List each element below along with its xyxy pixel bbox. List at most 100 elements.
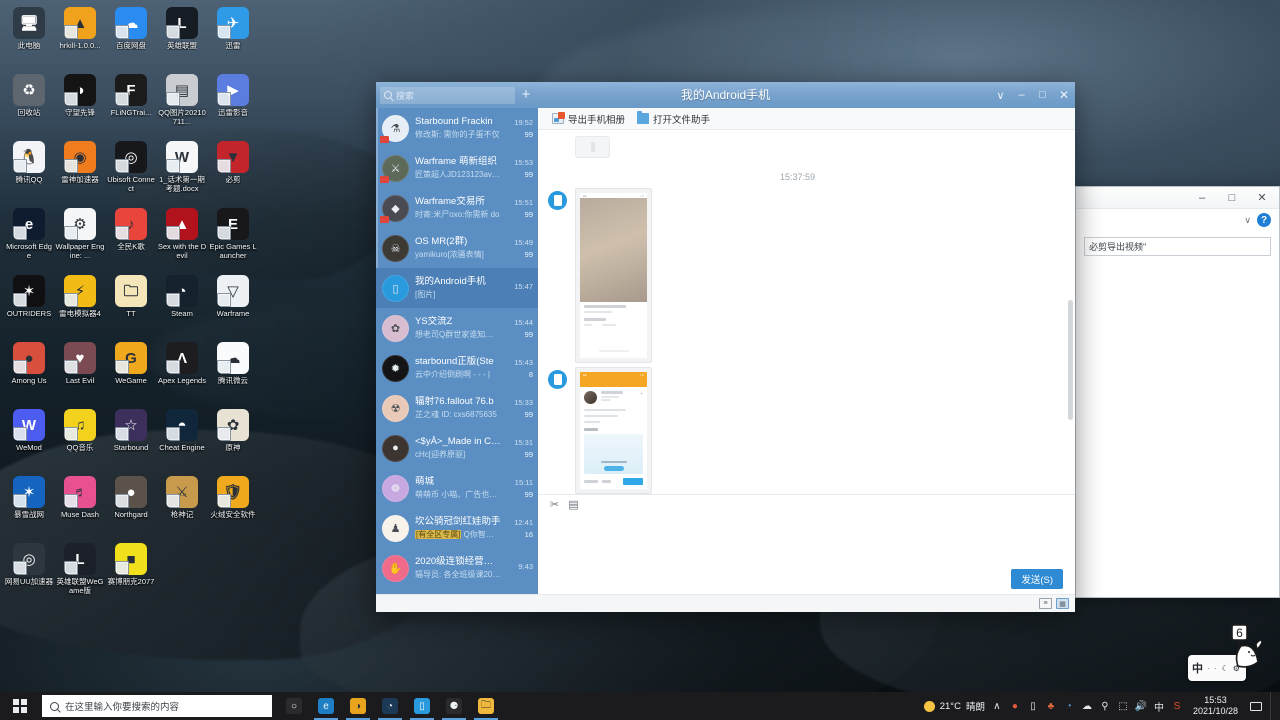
desktop-icon-quanmin-ktv[interactable]: ♪ 全民K歌	[106, 205, 156, 272]
chat-toolbar[interactable]: 导出手机相册 打开文件助手	[538, 108, 1075, 130]
contact-list-item[interactable]: ♟ 坎公骑冠剑红娃助手 [有全区专属] Q你智励心 12:41 16	[376, 508, 538, 548]
taskbar[interactable]: 在这里输入你要搜索的内容 ○ e ◑ ◔ ▯ ⚈ 🗀 21°C 晴朗 ∧ ● ▯ ♣ ◔ ☁ ⚲ ⬚ 🔊 中 S…	[0, 692, 1280, 720]
contact-list-item[interactable]: ✹ starbound正版(Ste 云中介绍倒刷啊 - - - | 15:43 8	[376, 348, 538, 388]
desktop-icon-computer[interactable]: 🖥 此电脑	[4, 4, 54, 71]
weather-widget[interactable]: 21°C 晴朗	[923, 699, 985, 713]
desktop-icon-qq-image-file[interactable]: ▤ QQ图片20210711...	[157, 71, 207, 138]
taskbar-cortana-button[interactable]: ○	[278, 692, 310, 720]
minimize-button[interactable]: –	[1011, 82, 1032, 108]
contact-list-item[interactable]: ❁ 萌城 萌萌币 小喵、广告也导超 15:11 99	[376, 468, 538, 508]
bg-minimize-button[interactable]: –	[1187, 187, 1217, 208]
ime-language-label[interactable]: 中	[1192, 660, 1203, 676]
list-view-icon[interactable]: ≡	[1039, 598, 1052, 609]
desktop-icon-sex-with-the-devil[interactable]: ▲ Sex with the Devil	[157, 205, 207, 272]
desktop-icon-qq-music[interactable]: ♫ QQ音乐	[55, 406, 105, 473]
image-thumbnail-card[interactable]: ●● □□	[575, 188, 652, 363]
message-area[interactable]: 15:37:59 ●● □□ ●● □□ +	[538, 130, 1075, 494]
image-thumbnail-card[interactable]: ●● □□ +	[575, 367, 652, 494]
desktop-icon-muse-dash[interactable]: ♬ Muse Dash	[55, 473, 105, 540]
desktop-icon-baidu-netdisk[interactable]: ☁ 百度网盘	[106, 4, 156, 71]
sogou-tray-icon[interactable]: S	[1170, 699, 1184, 713]
taskbar-search-box[interactable]: 在这里输入你要搜索的内容	[42, 695, 272, 717]
qq-titlebar[interactable]: 搜索 + 我的Android手机 ∨ – □ ✕	[376, 82, 1075, 108]
desktop-icon-wegame[interactable]: G WeGame	[106, 339, 156, 406]
desktop-icon-ubisoft-connect[interactable]: ◎ Ubisoft Connect	[106, 138, 156, 205]
desktop-icon-northgard[interactable]: ● Northgard	[106, 473, 156, 540]
desktop-icon-thunder-player[interactable]: ▶ 迅雷影音	[208, 71, 258, 138]
desktop-icon-lol-wegame[interactable]: L 英雄联盟WeGame版	[55, 540, 105, 607]
add-contact-button[interactable]: +	[518, 87, 534, 103]
huorong-security-tray-icon[interactable]: ●	[1008, 699, 1022, 713]
desktop-icon-wemod[interactable]: W WeMod	[4, 406, 54, 473]
bg-chevron-down-icon[interactable]: ∨	[1244, 215, 1251, 226]
volume-tray-icon[interactable]: 🔊	[1134, 699, 1148, 713]
grid-view-icon[interactable]: ▦	[1056, 598, 1069, 609]
contact-list-item[interactable]: ✿ YS交流Z 想老司Q群世家谁知了一 15:44 99	[376, 308, 538, 348]
desktop-icon-among-us[interactable]: ● Among Us	[4, 339, 54, 406]
desktop-icon-battlenet[interactable]: ✶ 暴雪战网	[4, 473, 54, 540]
bg-text-field[interactable]: 必剪导出视频"	[1084, 237, 1271, 256]
contact-list-item[interactable]: ⚔ Warframe 萌新组织 匠策超人JD123123avdrs 15:53 99	[376, 148, 538, 188]
taskbar-firefox-button[interactable]: ◑	[342, 692, 374, 720]
folder-icon[interactable]: ▤	[568, 500, 578, 511]
desktop-icon-apex-legends[interactable]: Λ Apex Legends	[157, 339, 207, 406]
desktop-icon-grid[interactable]: 🖥 此电脑 ▲ hrkill-1.0.0... ☁ 百度网盘 L 英雄联盟 ✈ 迅雷 ♻ 回收站 ◑ 守望…	[4, 4, 264, 607]
image-message-row[interactable]: ●● □□ +	[538, 367, 1075, 494]
taskbar-wegame-button[interactable]: ⚈	[438, 692, 470, 720]
cloud-tray-icon[interactable]: ☁	[1080, 699, 1094, 713]
contact-list-item[interactable]: ☺985校长交流群昨天	[376, 588, 538, 594]
desktop-icon-genshin-impact[interactable]: ✿ 原神	[208, 406, 258, 473]
export-phone-album-button[interactable]: 导出手机相册	[552, 112, 625, 126]
sogou-mascot[interactable]: 6	[1212, 624, 1264, 672]
background-window-titlebar[interactable]: – □ ✕	[1076, 187, 1279, 209]
desktop-icon-warframe[interactable]: ▽ Warframe	[208, 272, 258, 339]
send-button[interactable]: 发送(S)	[1011, 569, 1063, 589]
tray-icon-group[interactable]: ∧ ● ▯ ♣ ◔ ☁ ⚲ ⬚ 🔊 中 S	[990, 699, 1184, 714]
taskbar-qq-button[interactable]: ▯	[406, 692, 438, 720]
action-center-icon[interactable]	[1247, 699, 1265, 713]
bg-maximize-button[interactable]: □	[1217, 187, 1247, 208]
qq-window-controls[interactable]: ∨ – □ ✕	[990, 82, 1075, 108]
desktop-icon-microsoft-edge[interactable]: e Microsoft Edge	[4, 205, 54, 272]
desktop-icon-qiangshenji[interactable]: ⚔ 枪神记	[157, 473, 207, 540]
desktop-icon-thunder[interactable]: ✈ 迅雷	[208, 4, 258, 71]
desktop-icon-tencent-qq[interactable]: 🐧 腾讯QQ	[4, 138, 54, 205]
contact-list-item[interactable]: ☠ OS MR(2群) yamikuro[浓骚表情] 15:49 99	[376, 228, 538, 268]
desktop-icon-tt-folder[interactable]: 🗀 TT	[106, 272, 156, 339]
compose-toolbar[interactable]: ✂ ▤	[538, 494, 1075, 516]
desktop-icon-ldplayer[interactable]: ⚡ 雷电模拟器4	[55, 272, 105, 339]
background-window[interactable]: – □ ✕ ∨ ? 必剪导出视频"	[1075, 186, 1280, 598]
contact-list-item[interactable]: ⚗ Starbound Frackin 修改斯: 需你的子蛋不仅 19:52 99	[376, 108, 538, 148]
collapse-chevron-icon[interactable]: ∨	[990, 82, 1011, 108]
image-message-row[interactable]: ●● □□	[538, 188, 1075, 363]
qq-chat-window[interactable]: 搜索 + 我的Android手机 ∨ – □ ✕ ⚗ Starbound Frac…	[376, 82, 1075, 612]
desktop-icon-last-evil[interactable]: ♥ Last Evil	[55, 339, 105, 406]
desktop-icon-recycle-bin[interactable]: ♻ 回收站	[4, 71, 54, 138]
contact-list-item[interactable]: ◆ Warframe交易所 时寄:米尸oxo:你需新 do 15:51 99	[376, 188, 538, 228]
desktop-icon-overwatch[interactable]: ◑ 守望先锋	[55, 71, 105, 138]
contact-list-item[interactable]: ☢ 辐射76.fallout 76.b 芷之魂 ID: cxs6875635 15:3…	[376, 388, 538, 428]
taskbar-clock[interactable]: 15:53 2021/10/28	[1193, 695, 1238, 717]
desktop-icon-outriders[interactable]: ✶ OUTRIDERS	[4, 272, 54, 339]
qq-search-input[interactable]: 搜索	[380, 86, 515, 104]
desktop-icon-cyberpunk-2077[interactable]: ■ 赛博朋克2077	[106, 540, 156, 607]
contact-list-item[interactable]: ✋ 2020级连锁经营管理辐导员: 各全班级课2021三上 9:43	[376, 548, 538, 588]
contact-list-item[interactable]: ▯ 我的Android手机 [图片] 15:47	[376, 268, 538, 308]
taskbar-app-buttons[interactable]: ○ e ◑ ◔ ▯ ⚈ 🗀	[278, 692, 502, 720]
desktop-icon-tencent-weiyun[interactable]: ☁ 腾讯微云	[208, 339, 258, 406]
message-input[interactable]	[538, 516, 1075, 564]
close-button[interactable]: ✕	[1053, 82, 1075, 108]
start-button[interactable]	[0, 692, 40, 720]
desktop-icon-leishen-accelerator[interactable]: ◉ 雷神加速器	[55, 138, 105, 205]
contact-list-item[interactable]: ● <$yĀ>_Made in Chin cHc[迎养原驱] 15:31 99	[376, 428, 538, 468]
desktop-icon-steam[interactable]: ◔ Steam	[157, 272, 207, 339]
desktop-icon-huorong-security[interactable]: 🛡 火绒安全软件	[208, 473, 258, 540]
battery-tray-icon[interactable]: ▯	[1026, 699, 1040, 713]
show-hidden-icons-chevron[interactable]: ∧	[990, 699, 1004, 713]
qq-search-area[interactable]: 搜索 +	[376, 82, 538, 108]
scissors-icon[interactable]: ✂	[550, 500, 559, 511]
desktop-icon-bijian[interactable]: ▼ 必剪	[208, 138, 258, 205]
desktop-icon-hrkill[interactable]: ▲ hrkill-1.0.0...	[55, 4, 105, 71]
desktop-icon-league-of-legends[interactable]: L 英雄联盟	[157, 4, 207, 71]
bg-help-icon[interactable]: ?	[1257, 213, 1271, 227]
